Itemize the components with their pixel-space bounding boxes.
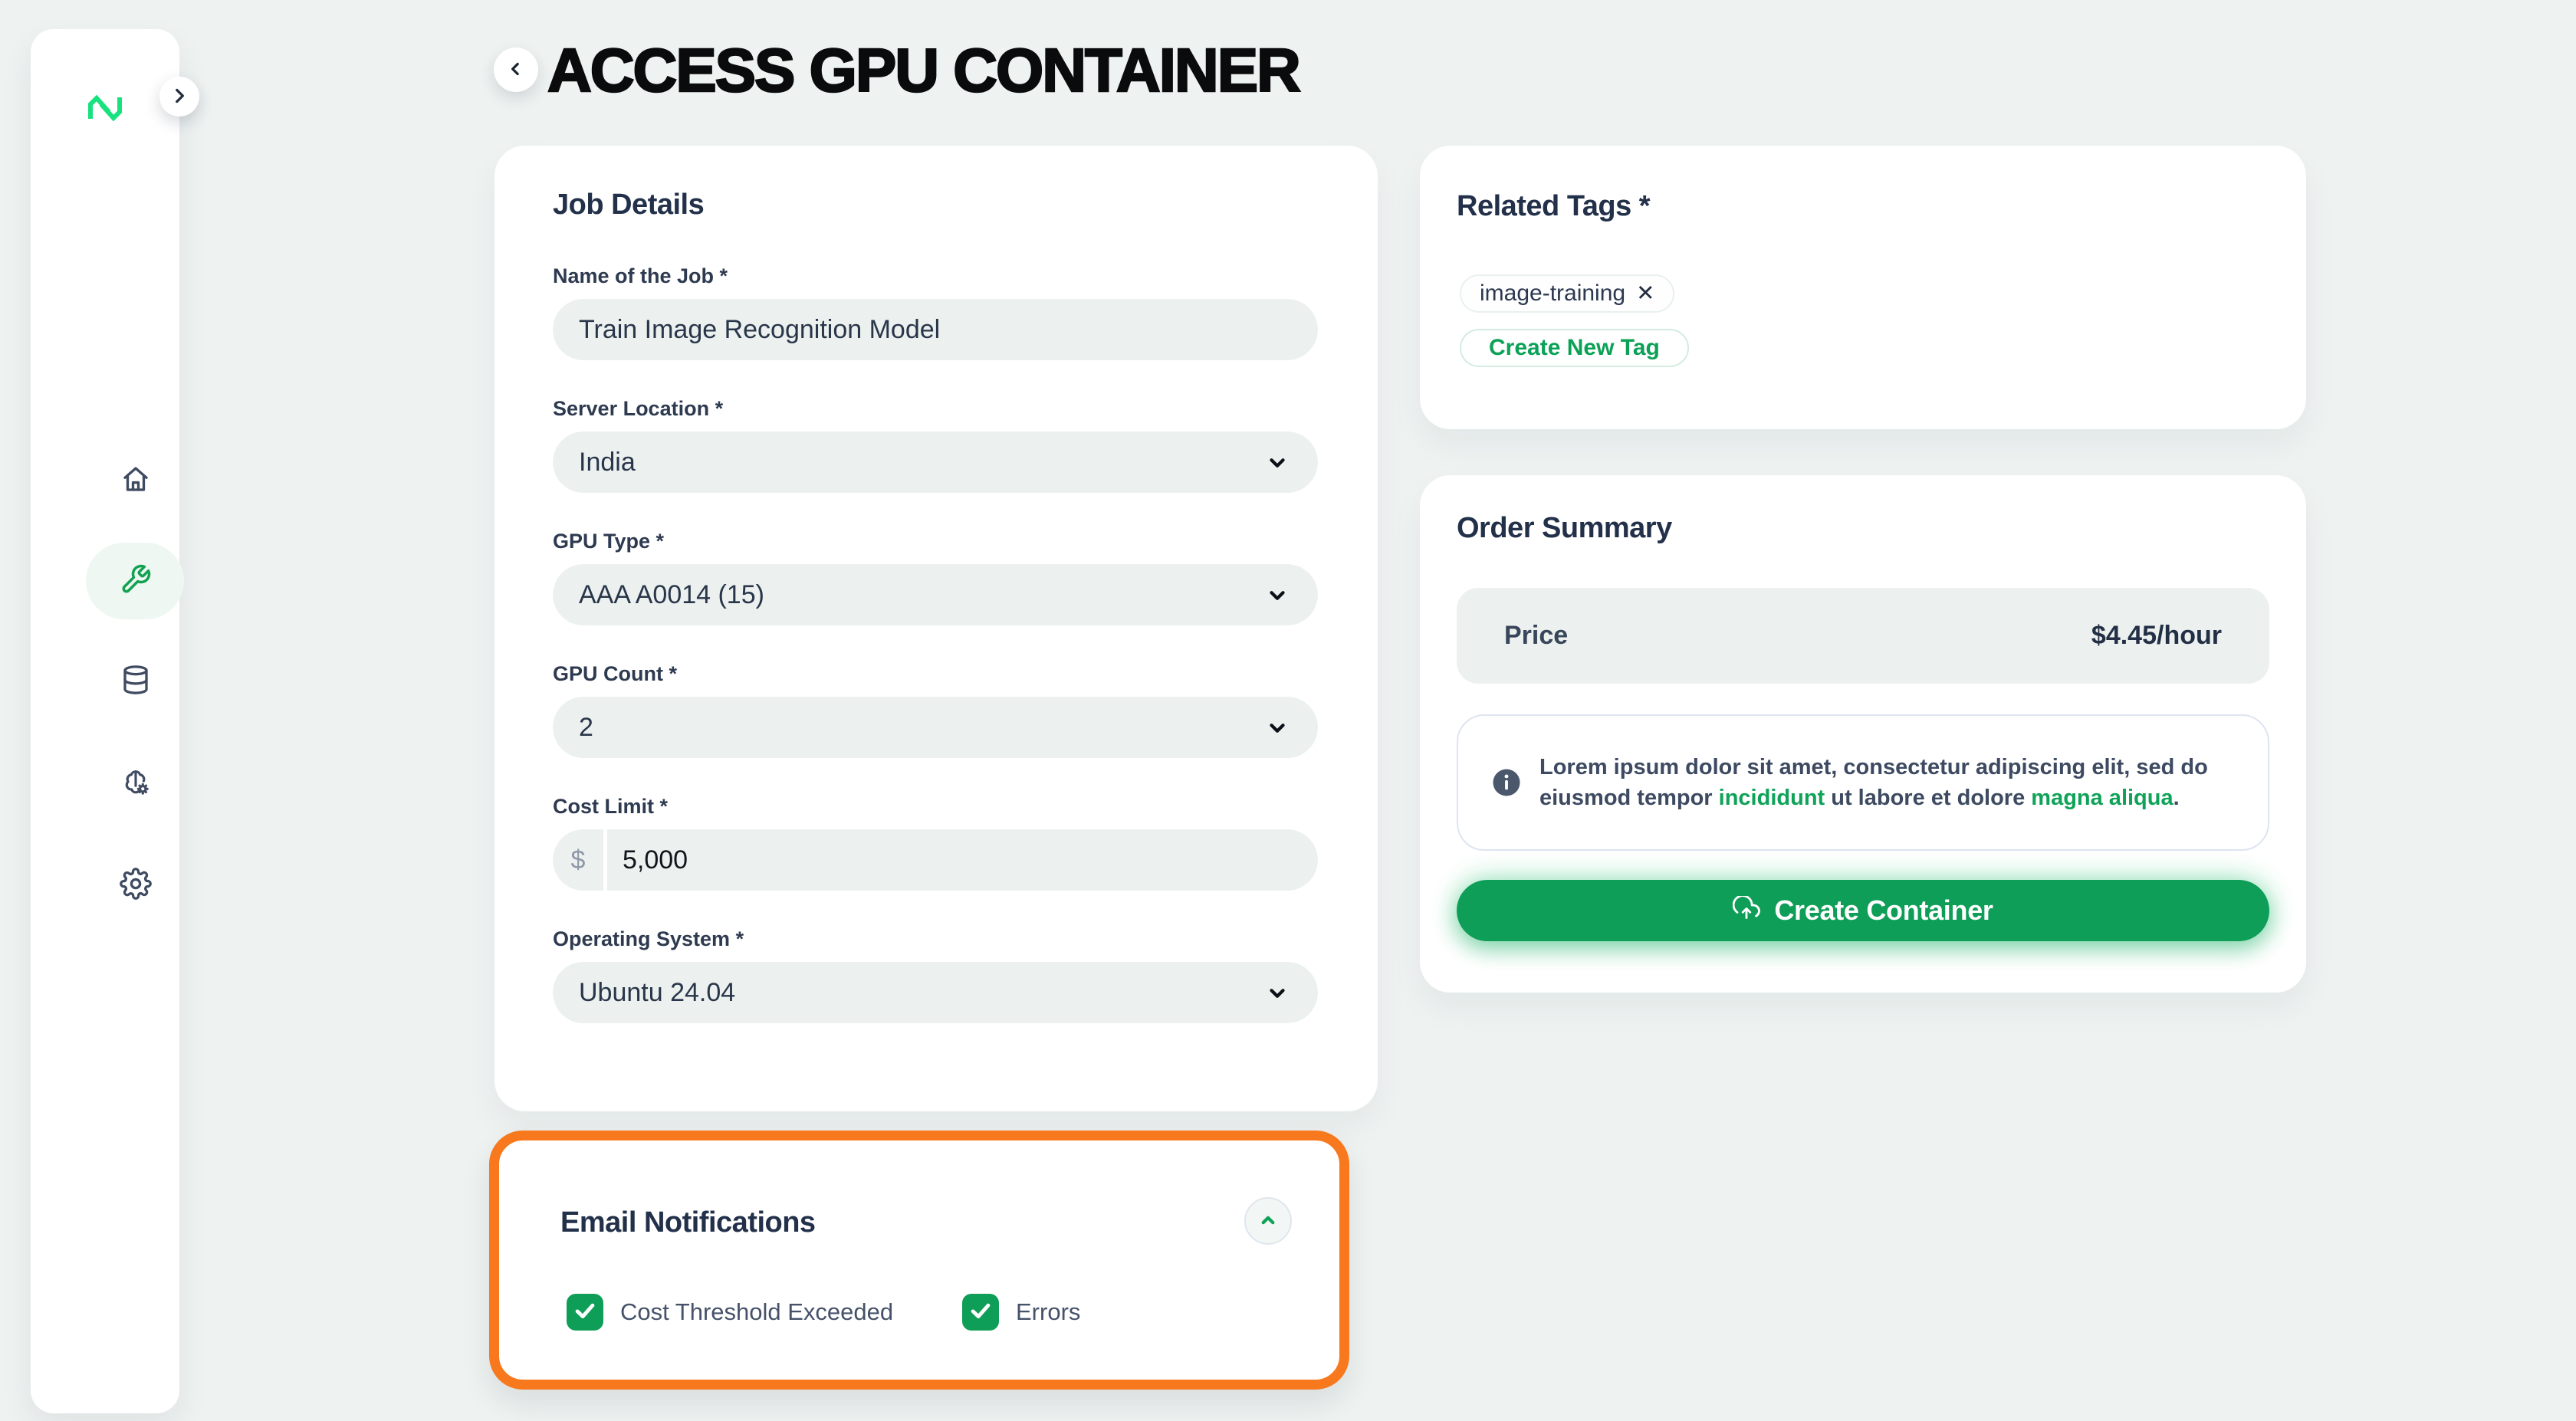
field-gpu-type: GPU Type * AAA A0014 (15) — [553, 530, 1318, 625]
job-name-input[interactable] — [553, 299, 1318, 360]
cost-limit-input[interactable] — [607, 829, 1318, 891]
price-label: Price — [1504, 621, 1568, 651]
chevron-down-icon — [1266, 982, 1289, 1012]
chevron-left-icon — [506, 59, 526, 81]
info-note: Lorem ipsum dolor sit amet, consectetur … — [1457, 714, 2269, 851]
job-details-card: Job Details Name of the Job * Server Loc… — [495, 146, 1378, 1111]
wrench-icon — [120, 563, 152, 599]
cost-threshold-label: Cost Threshold Exceeded — [620, 1298, 893, 1326]
price-value: $4.45/hour — [2091, 621, 2222, 651]
operating-system-select[interactable]: Ubuntu 24.04 — [553, 962, 1318, 1023]
cost-limit-label: Cost Limit * — [553, 795, 1318, 819]
home-icon — [120, 463, 152, 499]
sidebar-item-home[interactable] — [119, 464, 153, 497]
job-name-label: Name of the Job * — [553, 264, 1318, 288]
create-new-tag-button[interactable]: Create New Tag — [1460, 329, 1689, 367]
cloud-upload-icon — [1733, 896, 1760, 926]
gpu-type-select[interactable]: AAA A0014 (15) — [553, 564, 1318, 625]
server-location-label: Server Location * — [553, 397, 1318, 421]
order-summary-card: Order Summary Price $4.45/hour Lorem ips… — [1420, 475, 2306, 993]
operating-system-label: Operating System * — [553, 927, 1318, 951]
errors-checkbox[interactable] — [962, 1294, 999, 1331]
remove-tag-icon[interactable]: ✕ — [1636, 283, 1654, 305]
server-location-value: India — [579, 448, 636, 477]
checkmark-icon — [968, 1298, 994, 1327]
related-tags-card: Related Tags * image-training ✕ Create N… — [1420, 146, 2306, 429]
sidebar-item-storage[interactable] — [119, 665, 153, 698]
gpu-count-value: 2 — [579, 713, 593, 743]
gpu-count-label: GPU Count * — [553, 662, 1318, 686]
sidebar — [31, 29, 179, 1413]
email-notifications-card: Email Notifications Cost Threshold Excee… — [489, 1131, 1349, 1390]
price-row: Price $4.45/hour — [1457, 588, 2269, 684]
create-container-label: Create Container — [1774, 894, 1993, 927]
sidebar-item-ai-models[interactable] — [119, 766, 153, 800]
option-cost-threshold: Cost Threshold Exceeded — [567, 1294, 962, 1331]
gear-icon — [120, 868, 152, 904]
field-gpu-count: GPU Count * 2 — [553, 662, 1318, 758]
gpu-type-label: GPU Type * — [553, 530, 1318, 553]
tag-label: image-training — [1480, 281, 1625, 307]
cost-limit-group: $ — [553, 829, 1318, 891]
related-tags-title: Related Tags * — [1457, 190, 2269, 223]
brain-gear-icon — [120, 766, 152, 802]
create-container-button[interactable]: Create Container — [1457, 880, 2269, 941]
sidebar-expand-button[interactable] — [159, 77, 199, 117]
brand-logo-icon — [87, 95, 123, 121]
order-summary-title: Order Summary — [1457, 512, 2269, 545]
chevron-right-icon — [169, 86, 189, 108]
info-icon — [1490, 766, 1523, 799]
field-operating-system: Operating System * Ubuntu 24.04 — [553, 927, 1318, 1023]
chevron-down-icon — [1266, 451, 1289, 481]
checkmark-icon — [572, 1298, 598, 1327]
database-icon — [120, 664, 152, 700]
notification-options: Cost Threshold Exceeded Errors — [567, 1294, 1293, 1331]
cost-threshold-checkbox[interactable] — [567, 1294, 603, 1331]
chevron-down-icon — [1266, 717, 1289, 747]
info-note-text: Lorem ipsum dolor sit amet, consectetur … — [1539, 752, 2237, 813]
field-job-name: Name of the Job * — [553, 264, 1318, 360]
email-notifications-title: Email Notifications — [560, 1206, 816, 1239]
back-button[interactable] — [494, 48, 538, 92]
gpu-type-value: AAA A0014 (15) — [579, 580, 764, 610]
job-details-title: Job Details — [553, 189, 1318, 222]
errors-label: Errors — [1016, 1298, 1080, 1326]
page-title: ACCESS GPU CONTAINER — [547, 37, 1300, 104]
collapse-section-button[interactable] — [1244, 1197, 1292, 1245]
operating-system-value: Ubuntu 24.04 — [579, 978, 735, 1008]
gpu-count-select[interactable]: 2 — [553, 697, 1318, 758]
chevron-down-icon — [1266, 584, 1289, 614]
chevron-up-icon — [1257, 1209, 1280, 1234]
sidebar-item-settings[interactable] — [119, 868, 153, 902]
field-cost-limit: Cost Limit * $ — [553, 795, 1318, 891]
field-server-location: Server Location * India — [553, 397, 1318, 493]
option-errors: Errors — [962, 1294, 1080, 1331]
tag-chip[interactable]: image-training ✕ — [1460, 274, 1674, 313]
sidebar-item-tools[interactable] — [119, 564, 153, 598]
currency-prefix: $ — [553, 829, 603, 891]
app-canvas: ACCESS GPU CONTAINER Job Details Name of… — [0, 0, 2576, 1421]
server-location-select[interactable]: India — [553, 432, 1318, 493]
